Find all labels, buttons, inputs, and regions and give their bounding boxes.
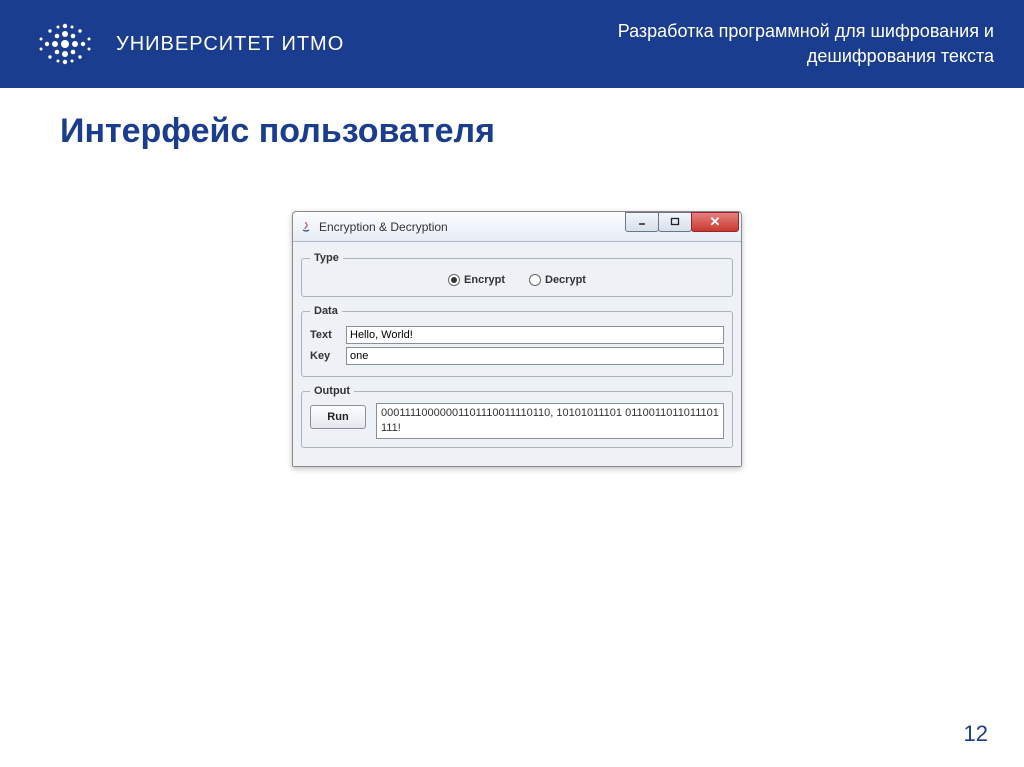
itmo-logo-icon: [30, 19, 100, 69]
data-group: Data Text Key: [301, 305, 733, 377]
output-text: 00011110000001101110011110110, 101010111…: [376, 403, 724, 439]
output-row: Run 00011110000001101110011110110, 10101…: [310, 403, 724, 439]
radio-row: Encrypt Decrypt: [310, 270, 724, 288]
app-window: Encryption & Decryption ✕ Type Encrypt: [292, 211, 742, 467]
text-label: Text: [310, 329, 340, 341]
decrypt-label: Decrypt: [545, 274, 586, 286]
logo-block: УНИВЕРСИТЕТ ИТМО: [30, 19, 344, 69]
output-group: Output Run 00011110000001101110011110110…: [301, 385, 733, 448]
type-group: Type Encrypt Decrypt: [301, 252, 733, 297]
close-button[interactable]: ✕: [691, 212, 739, 232]
close-icon: ✕: [710, 214, 721, 230]
maximize-button[interactable]: [658, 212, 692, 232]
radio-icon: [448, 274, 460, 286]
window-controls: ✕: [626, 217, 739, 237]
run-button[interactable]: Run: [310, 405, 366, 429]
type-legend: Type: [310, 252, 343, 264]
slide-body: Интерфейс пользователя Encryption & Decr…: [0, 88, 1024, 767]
page-number: 12: [964, 721, 988, 747]
text-row: Text: [310, 326, 724, 344]
minimize-button[interactable]: [625, 212, 659, 232]
encrypt-radio[interactable]: Encrypt: [448, 274, 505, 286]
decrypt-radio[interactable]: Decrypt: [529, 274, 586, 286]
output-legend: Output: [310, 385, 354, 397]
window-body: Type Encrypt Decrypt Data Text: [293, 242, 741, 466]
key-label: Key: [310, 350, 340, 362]
slide-title: Интерфейс пользователя: [60, 112, 974, 151]
slide-subtitle: Разработка программной для шифрования и …: [618, 19, 994, 69]
slide-header: УНИВЕРСИТЕТ ИТМО Разработка программной …: [0, 0, 1024, 88]
data-legend: Data: [310, 305, 342, 317]
text-input[interactable]: [346, 326, 724, 344]
window-title: Encryption & Decryption: [319, 220, 448, 234]
encrypt-label: Encrypt: [464, 274, 505, 286]
subtitle-line2: дешифрования текста: [618, 44, 994, 69]
university-name: УНИВЕРСИТЕТ ИТМО: [116, 33, 344, 56]
key-input[interactable]: [346, 347, 724, 365]
key-row: Key: [310, 347, 724, 365]
subtitle-line1: Разработка программной для шифрования и: [618, 19, 994, 44]
java-icon: [299, 220, 313, 234]
radio-icon: [529, 274, 541, 286]
window-titlebar[interactable]: Encryption & Decryption ✕: [293, 212, 741, 242]
